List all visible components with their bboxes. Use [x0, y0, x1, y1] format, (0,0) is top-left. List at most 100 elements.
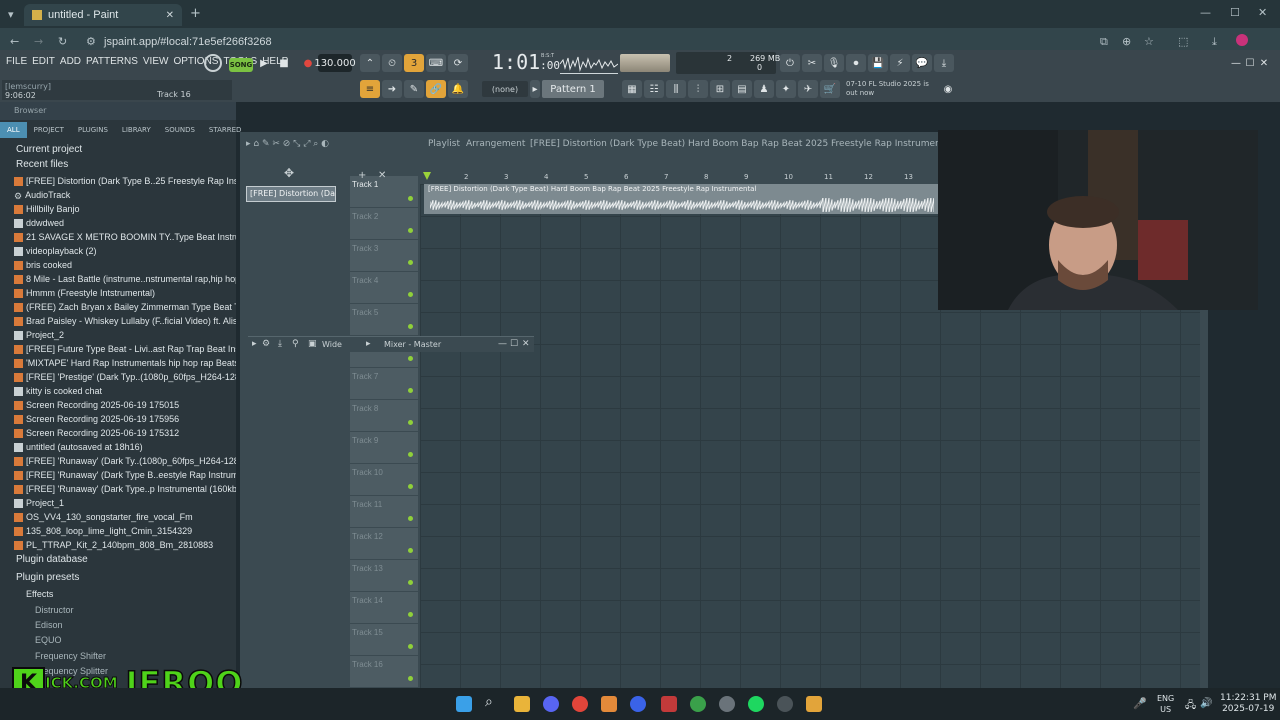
track-mute-led[interactable] — [408, 260, 413, 265]
spotify-icon[interactable] — [748, 696, 764, 712]
reset-icon[interactable]: ⏻ — [780, 54, 800, 72]
mixer-maximize-icon[interactable]: ☐ — [510, 339, 518, 349]
close-window-icon[interactable]: ✕ — [1258, 6, 1267, 19]
piano-roll-icon[interactable]: ▦ — [622, 80, 642, 98]
recent-file-item[interactable]: bris cooked — [14, 258, 236, 272]
track-mute-led[interactable] — [408, 292, 413, 297]
recent-file-item[interactable]: kitty is cooked chat — [14, 384, 236, 398]
plugin-presets-folder[interactable]: Plugin presets — [0, 572, 236, 586]
menu-file[interactable]: FILE — [6, 56, 27, 67]
app-icon[interactable] — [777, 696, 793, 712]
preset-edison[interactable]: Edison — [35, 620, 63, 630]
track-header[interactable]: Track 5 — [350, 304, 418, 336]
maximize-icon[interactable]: ☐ — [1230, 6, 1240, 19]
track-mute-led[interactable] — [408, 228, 413, 233]
recent-file-item[interactable]: Project_1 — [14, 496, 236, 510]
draw-tool-icon[interactable]: ✎ — [404, 80, 424, 98]
mixer-mode[interactable]: Wide — [322, 340, 342, 349]
remove-track-icon[interactable]: ✕ — [378, 170, 386, 181]
preset-frequency-shifter[interactable]: Frequency Shifter — [35, 651, 106, 661]
audio-clip[interactable]: [FREE] Distortion (Dark Type Beat) Hard … — [424, 184, 940, 214]
track-header[interactable]: Track 8 — [350, 400, 418, 432]
recent-file-item[interactable]: 8 Mile - Last Battle (instrume..nstrumen… — [14, 272, 236, 286]
recent-file-item[interactable]: Screen Recording 2025-06-19 175956 — [14, 412, 236, 426]
vlc-icon[interactable] — [601, 696, 617, 712]
bookmark-star-icon[interactable]: ☆ — [1144, 35, 1154, 48]
preset-distructor[interactable]: Distructor — [35, 605, 74, 615]
track-mute-led[interactable] — [408, 356, 413, 361]
metronome-bell-icon[interactable]: 🔔 — [448, 80, 468, 98]
zoom-icon[interactable]: ⊕ — [1122, 35, 1131, 48]
chat-icon[interactable]: 💬 — [912, 54, 932, 72]
track-header[interactable]: Track 13 — [350, 560, 418, 592]
streaming-app-icon[interactable] — [661, 696, 677, 712]
obs-icon[interactable] — [719, 696, 735, 712]
recent-file-item[interactable]: [FREE] Distortion (Dark Type B..25 Frees… — [14, 174, 236, 188]
tab-list-icon[interactable]: ▾ — [8, 8, 14, 21]
metronome-icon[interactable]: ⌃ — [360, 54, 380, 72]
mixer-layout-icon[interactable]: ▣ — [308, 339, 317, 349]
recent-file-item[interactable]: ddwdwed — [14, 216, 236, 230]
loop-record-icon[interactable]: ⟳ — [448, 54, 468, 72]
track-header[interactable]: Track 15 — [350, 624, 418, 656]
mixer-menu-icon[interactable]: ▸ — [366, 339, 371, 349]
mic-icon[interactable]: 🎙 — [824, 54, 844, 72]
download-icon[interactable]: ⤓ — [1212, 35, 1217, 49]
file-explorer-icon[interactable] — [514, 696, 530, 712]
wait-input-icon[interactable]: ⏲ — [382, 54, 402, 72]
browser-tab-library[interactable]: LIBRARY — [115, 122, 158, 138]
track-mute-led[interactable] — [408, 452, 413, 457]
browser-tab-project[interactable]: PROJECT — [27, 122, 71, 138]
start-icon[interactable] — [456, 696, 472, 712]
track-header[interactable]: Track 7 — [350, 368, 418, 400]
plugin-icon[interactable]: ⚡ — [890, 54, 910, 72]
track-mute-led[interactable] — [408, 196, 413, 201]
tempo-display[interactable]: 130.000 — [314, 54, 356, 72]
network-icon[interactable]: 🖧 — [1185, 698, 1201, 714]
track-mute-led[interactable] — [408, 420, 413, 425]
track-header[interactable]: Track 11 — [350, 496, 418, 528]
plugin-database-folder[interactable]: Plugin database — [0, 554, 236, 568]
snap-select[interactable]: (none) — [482, 81, 528, 97]
track-mute-led[interactable] — [408, 676, 413, 681]
recent-file-item[interactable]: Hillbilly Banjo — [14, 202, 236, 216]
current-project-folder[interactable]: Current project — [0, 144, 236, 158]
pattern-selector[interactable]: Pattern 1 — [542, 80, 604, 98]
countdown-icon[interactable]: 3 — [404, 54, 424, 72]
search-icon[interactable]: ⌕ — [485, 694, 501, 710]
mixer-download-icon[interactable]: ⤓ — [278, 339, 282, 349]
forward-icon[interactable]: → — [34, 35, 43, 48]
master-volume-knob[interactable] — [204, 54, 222, 72]
track-mute-led[interactable] — [408, 388, 413, 393]
pattern-move-icon[interactable]: ✥ — [284, 166, 294, 180]
playlist-tools-icon[interactable]: ▸ ⌂ ✎ ✂ ⊘ ⤡ ⤢ ⌕ ◐ — [246, 139, 329, 149]
recent-file-item[interactable]: PL_TTRAP_Kit_2_140bpm_808_Bm_2810883 — [14, 538, 236, 552]
pattern-prev-icon[interactable]: ▸ — [530, 80, 540, 98]
arrangement-label[interactable]: Arrangement — [466, 139, 525, 149]
mixer-arrow-icon[interactable]: ▸ — [252, 339, 257, 349]
minimize-icon[interactable]: — — [1200, 6, 1211, 19]
play-icon[interactable]: ▶ — [254, 54, 274, 72]
track-header[interactable]: Track 4 — [350, 272, 418, 304]
profile-avatar[interactable] — [1236, 34, 1248, 46]
menu-add[interactable]: ADD — [60, 56, 81, 67]
browser-icon[interactable]: ⊞ — [710, 80, 730, 98]
templates-icon[interactable]: ✦ — [776, 80, 796, 98]
recent-file-item[interactable]: Screen Recording 2025-06-19 175312 — [14, 426, 236, 440]
browser-tab-sounds[interactable]: SOUNDS — [158, 122, 202, 138]
chrome-profile-icon[interactable] — [690, 696, 706, 712]
site-info-icon[interactable]: ⚙ — [86, 35, 96, 48]
track-mute-led[interactable] — [408, 548, 413, 553]
extensions-icon[interactable]: ⬚ — [1178, 35, 1188, 48]
track-header[interactable]: Track 14 — [350, 592, 418, 624]
mic-tray-icon[interactable]: 🎤 — [1133, 697, 1149, 713]
recent-file-item[interactable]: Hmmm (Freestyle Intstrumental) — [14, 286, 236, 300]
chrome-icon[interactable] — [572, 696, 588, 712]
link-icon[interactable]: 🔗 — [426, 80, 446, 98]
recent-file-item[interactable]: [FREE] Future Type Beat - Livi..ast Rap … — [14, 342, 236, 356]
track-header[interactable]: Track 9 — [350, 432, 418, 464]
app-blue-icon[interactable] — [630, 696, 646, 712]
song-mode-toggle[interactable]: SONG — [229, 58, 253, 72]
track-header[interactable]: Track 2 — [350, 208, 418, 240]
language-indicator[interactable]: ENG US — [1157, 693, 1174, 715]
